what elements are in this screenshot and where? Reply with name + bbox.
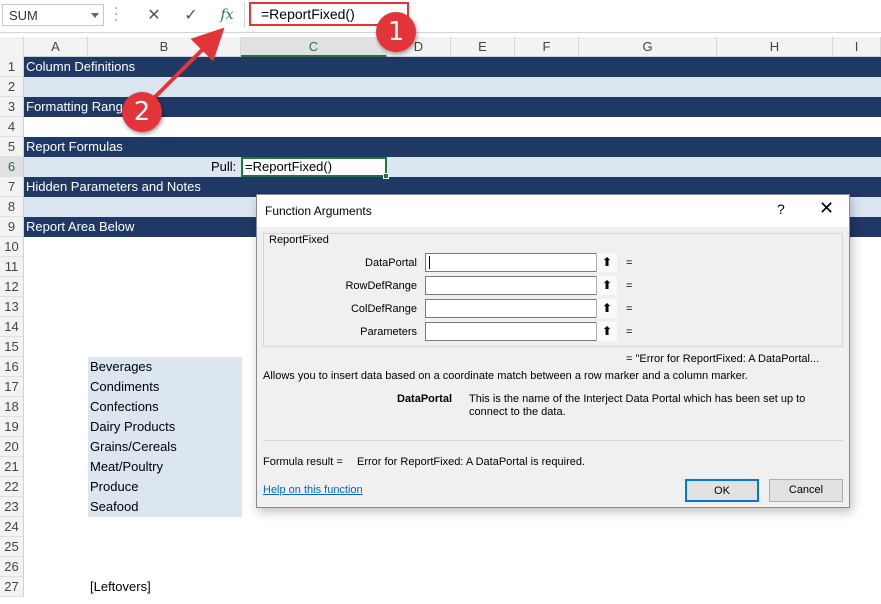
annotation-arrow bbox=[150, 27, 225, 102]
excel-window: SUM · · · ✕ ✓ fx =ReportFixed() A B C D E … bbox=[0, 0, 881, 604]
callout-badge-1: 1 bbox=[376, 12, 416, 52]
callout-badge-2: 2 bbox=[122, 92, 162, 132]
